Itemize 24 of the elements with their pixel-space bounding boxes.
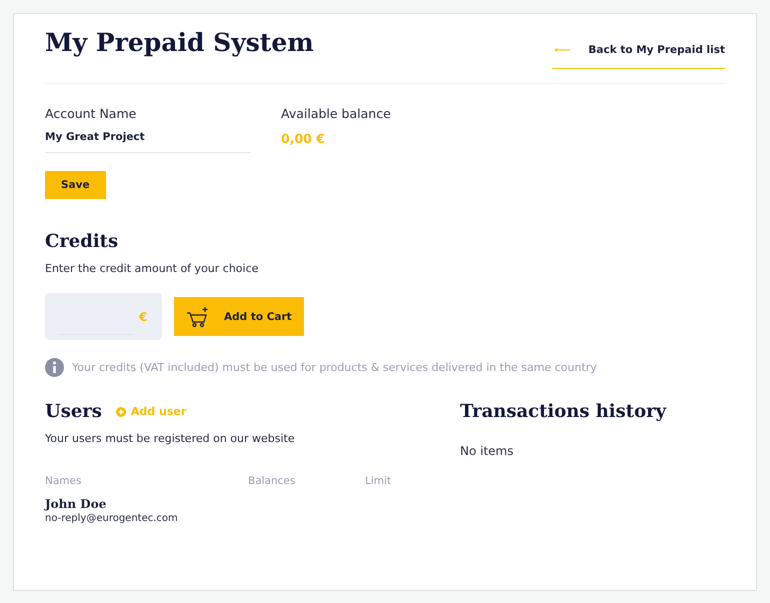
currency-symbol: € [139,310,148,324]
arrow-left-icon [554,48,570,52]
credits-hint: Enter the credit amount of your choice [45,262,260,275]
add-to-cart-button[interactable]: Add to Cart [174,297,304,336]
back-link[interactable]: Back to My Prepaid list [552,36,725,69]
column-header: Limit [365,475,392,487]
column-header: Names [45,475,82,487]
users-hint: Your users must be registered on our website [45,432,296,445]
page-title: My Prepaid System [45,28,314,57]
credits-note: Your credits (VAT included) must be used for products & services delivered in the same country [72,361,597,374]
column-header: Balances [248,475,296,487]
save-button[interactable]: Save [45,171,106,199]
user-email: no-reply@eurogentec.com [45,513,179,524]
empty-message: No items [460,444,514,458]
user-name: John Doe [45,497,108,511]
balance-amount: 0,00 € [281,131,326,146]
field-label: Account Name [45,106,138,121]
cart-icon [186,306,210,328]
section-heading: Transactions history [460,401,666,422]
plus-circle-icon [116,406,126,416]
info-icon [45,358,64,377]
balance-label: Available balance [281,106,392,121]
section-heading: Credits [45,231,120,252]
section-heading: Users [45,401,102,422]
